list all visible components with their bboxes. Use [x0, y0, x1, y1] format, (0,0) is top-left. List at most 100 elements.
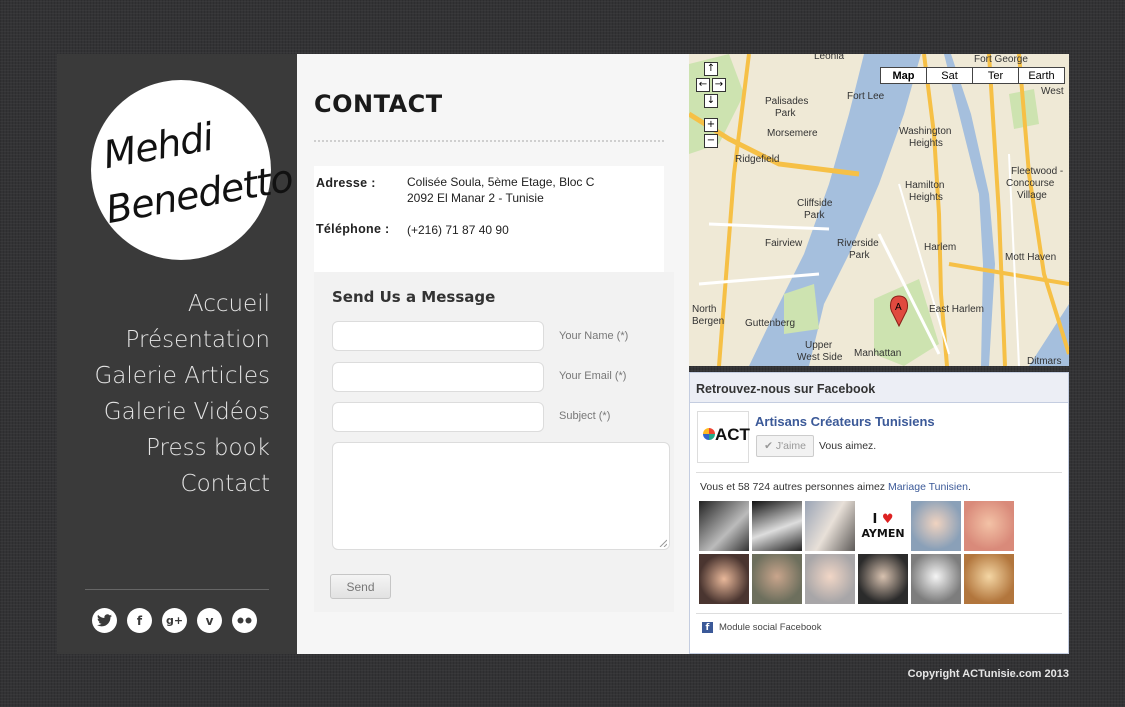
nav-galerie-videos[interactable]: Galerie Vidéos — [94, 394, 270, 430]
map-type-ter[interactable]: Ter — [972, 67, 1019, 84]
map-label: Cliffside — [797, 198, 833, 209]
address-label: Adresse : — [316, 176, 376, 190]
nav-presentation[interactable]: Présentation — [94, 322, 270, 358]
pan-up-icon[interactable]: ↑ — [704, 62, 718, 76]
social-links: f g+ v — [92, 608, 257, 633]
map-label: Upper — [805, 340, 833, 351]
facebook-page-name[interactable]: Artisans Créateurs Tunisiens — [755, 414, 935, 429]
fan-avatar[interactable] — [805, 501, 855, 551]
nav-galerie-articles[interactable]: Galerie Articles — [94, 358, 270, 394]
facebook-header: Retrouvez-nous sur Facebook — [690, 373, 1068, 403]
facebook-widget: Retrouvez-nous sur Facebook ACT Artisans… — [689, 372, 1069, 654]
sidebar: Mehdi Benedetto Accueil Présentation Gal… — [57, 54, 297, 654]
map-label: West Side — [797, 352, 843, 363]
page-title: CONTACT — [314, 90, 443, 118]
subject-label: Subject (*) — [559, 410, 611, 422]
fan-count-text: Vous et 58 724 autres personnes aimez — [700, 481, 888, 493]
pan-left-icon[interactable]: ← — [696, 78, 710, 92]
map-label: West — [1041, 86, 1064, 97]
fan-avatar[interactable] — [964, 554, 1014, 604]
fan-count-end: . — [967, 481, 971, 493]
send-button[interactable]: Send — [330, 574, 391, 599]
resize-handle-icon[interactable] — [659, 539, 667, 547]
nav-contact[interactable]: Contact — [94, 466, 270, 502]
message-textarea[interactable] — [332, 442, 670, 550]
nav-accueil[interactable]: Accueil — [94, 286, 270, 322]
contact-content: CONTACT Adresse : Colisée Soula, 5ème Et… — [297, 54, 689, 654]
fan-avatar[interactable] — [752, 501, 802, 551]
map-label: Park — [804, 210, 826, 221]
nav-divider — [85, 589, 269, 590]
checkmark-icon: ✔ — [764, 440, 773, 452]
main-nav: Accueil Présentation Galerie Articles Ga… — [94, 286, 270, 502]
fan-avatar[interactable] — [858, 554, 908, 604]
act-logo[interactable]: ACT — [697, 411, 750, 463]
facebook-footer: f Module social Facebook — [702, 622, 821, 633]
fan-avatar[interactable] — [911, 554, 961, 604]
map-type-sat[interactable]: Sat — [926, 67, 973, 84]
google-plus-icon[interactable]: g+ — [162, 608, 187, 633]
fan-avatar[interactable] — [699, 554, 749, 604]
fan-avatar[interactable] — [911, 501, 961, 551]
name-label: Your Name (*) — [559, 330, 629, 342]
nav-press-book[interactable]: Press book — [94, 430, 270, 466]
fan-avatar[interactable] — [964, 501, 1014, 551]
map-label: Park — [849, 250, 871, 261]
facebook-footer-text[interactable]: Module social Facebook — [719, 622, 821, 633]
site-logo[interactable]: Mehdi Benedetto — [91, 80, 296, 260]
zoom-in-icon[interactable]: + — [704, 118, 718, 132]
address-row: Adresse : Colisée Soula, 5ème Etage, Blo… — [316, 174, 594, 206]
title-divider — [314, 140, 664, 143]
name-input[interactable] — [332, 321, 544, 351]
map-label: Mott Haven — [1005, 252, 1056, 263]
map-label: Fleetwood - — [1011, 166, 1063, 177]
fan-avatar[interactable] — [752, 554, 802, 604]
map-label: Village — [1017, 190, 1047, 201]
phone-label: Téléphone : — [316, 222, 390, 236]
fan-avatar[interactable]: I ♥ AYMEN — [858, 501, 908, 551]
like-label: J'aime — [775, 440, 806, 452]
map-label: Concourse — [1006, 178, 1055, 189]
location-map[interactable]: Leonia Fort George Fort Lee Palisades Pa… — [689, 54, 1069, 366]
zoom-out-icon[interactable]: − — [704, 134, 718, 148]
address-value: Colisée Soula, 5ème Etage, Bloc C 2092 E… — [407, 174, 594, 206]
map-label: Guttenberg — [745, 318, 795, 329]
svg-text:A: A — [895, 302, 902, 313]
email-label: Your Email (*) — [559, 370, 627, 382]
act-logo-mark — [703, 428, 715, 440]
subject-input[interactable] — [332, 402, 544, 432]
address-line-1: Colisée Soula, 5ème Etage, Bloc C — [407, 175, 595, 189]
vimeo-icon[interactable]: v — [197, 608, 222, 633]
fan-count-link[interactable]: Mariage Tunisien — [888, 481, 968, 493]
map-label: Morsemere — [767, 128, 818, 139]
pan-right-icon[interactable]: → — [712, 78, 726, 92]
pan-down-icon[interactable]: ↓ — [704, 94, 718, 108]
map-label: Washington — [899, 126, 951, 137]
fan-avatar[interactable] — [699, 501, 749, 551]
fan-count: Vous et 58 724 autres personnes aimez Ma… — [700, 481, 971, 493]
map-type-earth[interactable]: Earth — [1018, 67, 1065, 84]
map-label: Heights — [909, 138, 943, 149]
map-label: Park — [775, 108, 797, 119]
copyright: Copyright ACTunisie.com 2013 — [907, 668, 1069, 680]
twitter-icon[interactable] — [92, 608, 117, 633]
map-label: Palisades — [765, 96, 808, 107]
logo-line-1: Mehdi — [100, 114, 216, 178]
map-label: East Harlem — [929, 304, 984, 315]
map-canvas[interactable]: Leonia Fort George Fort Lee Palisades Pa… — [689, 54, 1069, 366]
map-label: Fort Lee — [847, 91, 885, 102]
map-type-switcher: Map Sat Ter Earth — [880, 67, 1065, 84]
phone-row: Téléphone : (+216) 71 87 40 90 — [316, 222, 509, 238]
email-input[interactable] — [332, 362, 544, 392]
avatar-caption: AYMEN — [861, 527, 905, 540]
address-line-2: 2092 El Manar 2 - Tunisie — [407, 191, 544, 205]
act-logo-text: ACT — [715, 425, 750, 444]
like-button[interactable]: ✔ J'aime — [756, 435, 814, 457]
map-label: Fort George — [974, 54, 1028, 65]
map-label: Manhattan — [854, 348, 901, 359]
map-label: Bergen — [692, 316, 724, 327]
facebook-icon[interactable]: f — [127, 608, 152, 633]
flickr-icon[interactable] — [232, 608, 257, 633]
map-type-map[interactable]: Map — [880, 67, 927, 84]
fan-avatar[interactable] — [805, 554, 855, 604]
